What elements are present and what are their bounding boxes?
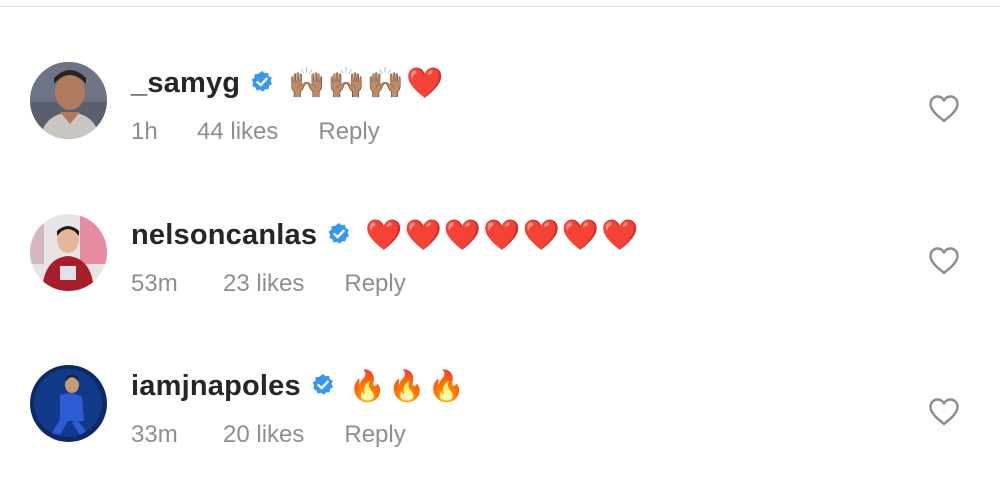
- username-link[interactable]: nelsoncanlas: [131, 219, 317, 251]
- comment-meta: 53m 23 likes Reply: [131, 270, 406, 298]
- like-button[interactable]: [928, 397, 960, 427]
- username-link[interactable]: _samyg: [131, 67, 240, 99]
- heart-outline-icon: [929, 398, 959, 426]
- comment-header: iamjnapoles 🔥🔥🔥: [131, 369, 467, 404]
- avatar[interactable]: [30, 365, 107, 442]
- comment-meta: 33m 20 likes Reply: [131, 421, 406, 449]
- like-button[interactable]: [928, 94, 960, 124]
- comment-text: 🔥🔥🔥: [348, 369, 467, 404]
- comment-likes-count[interactable]: 20 likes: [223, 421, 304, 449]
- like-button[interactable]: [928, 246, 960, 276]
- comment-likes-count[interactable]: 44 likes: [197, 118, 278, 146]
- comment-timestamp[interactable]: 33m: [131, 421, 223, 449]
- comment-likes-count[interactable]: 23 likes: [223, 270, 304, 298]
- avatar[interactable]: [30, 62, 107, 139]
- comment-header: _samyg 🙌🏽🙌🏽🙌🏽❤️: [131, 66, 446, 101]
- verified-badge-icon: [312, 374, 333, 395]
- comment-timestamp[interactable]: 1h: [131, 118, 197, 146]
- username-link[interactable]: iamjnapoles: [131, 370, 301, 402]
- comment-text: ❤️❤️❤️❤️❤️❤️❤️: [365, 218, 641, 253]
- comment-text: 🙌🏽🙌🏽🙌🏽❤️: [288, 66, 446, 101]
- heart-outline-icon: [929, 95, 959, 123]
- verified-badge-icon: [328, 223, 350, 244]
- reply-button[interactable]: Reply: [344, 421, 405, 449]
- comment-timestamp[interactable]: 53m: [131, 270, 223, 298]
- verified-badge-icon: [251, 71, 273, 92]
- comment-item: iamjnapoles 🔥🔥🔥 33m 20 likes Reply: [0, 361, 1000, 471]
- comment-item: nelsoncanlas ❤️❤️❤️❤️❤️❤️❤️ 53m 23 likes R…: [0, 210, 1000, 320]
- reply-button[interactable]: Reply: [318, 118, 379, 146]
- avatar[interactable]: [30, 214, 107, 291]
- reply-button[interactable]: Reply: [344, 270, 405, 298]
- comment-header: nelsoncanlas ❤️❤️❤️❤️❤️❤️❤️: [131, 218, 641, 253]
- comment-item: _samyg 🙌🏽🙌🏽🙌🏽❤️ 1h 44 likes Reply: [0, 58, 1000, 168]
- comment-meta: 1h 44 likes Reply: [131, 118, 380, 146]
- comments-list: _samyg 🙌🏽🙌🏽🙌🏽❤️ 1h 44 likes Reply nelson…: [0, 0, 1000, 491]
- heart-outline-icon: [929, 247, 959, 275]
